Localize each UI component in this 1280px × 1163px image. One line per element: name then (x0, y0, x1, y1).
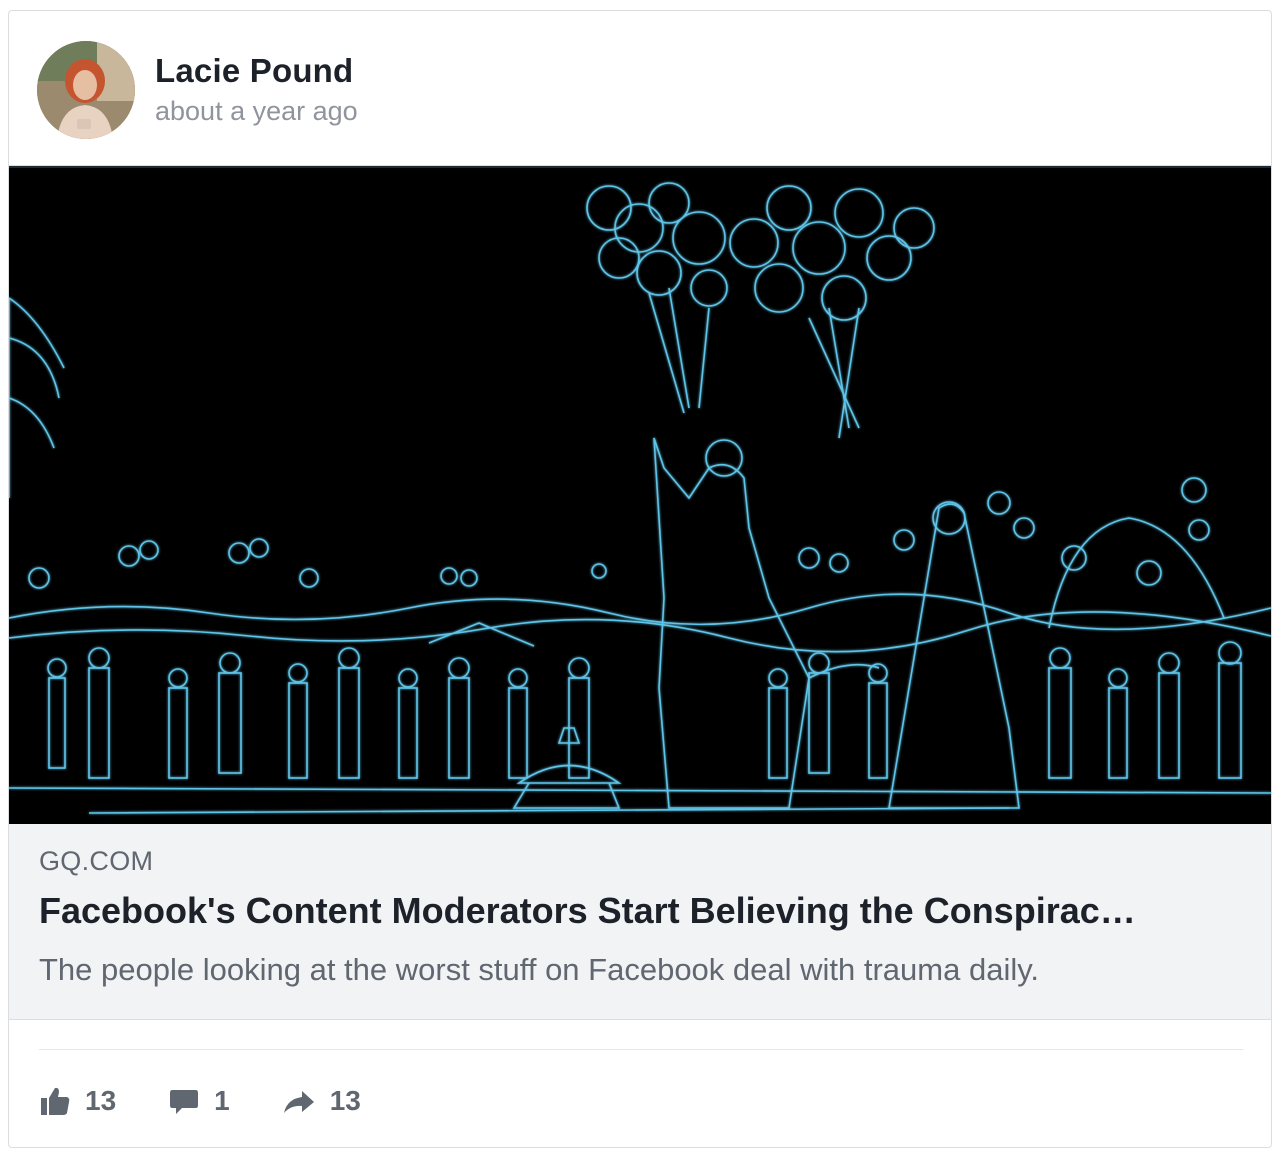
post-card: Lacie Pound about a year ago GQ.COM Face… (8, 10, 1272, 1148)
comment-icon (170, 1090, 199, 1114)
author-avatar[interactable] (37, 41, 135, 139)
thumbs-up-icon (41, 1087, 70, 1115)
share-count: 13 (329, 1085, 361, 1116)
link-image[interactable] (9, 166, 1271, 824)
link-title[interactable]: Facebook's Content Moderators Start Beli… (39, 890, 1239, 932)
like-count: 13 (85, 1085, 117, 1116)
link-preview[interactable]: GQ.COM Facebook's Content Moderators Sta… (9, 165, 1271, 1020)
comment-count: 1 (214, 1085, 230, 1116)
wedding-balloons-photo-icon (9, 168, 1271, 824)
avatar-photo-icon (37, 41, 135, 139)
share-action[interactable]: 13 (282, 1085, 361, 1117)
post-actions: 13 1 13 (39, 1079, 413, 1123)
link-description: The people looking at the worst stuff on… (39, 952, 1040, 987)
comment-action[interactable]: 1 (168, 1085, 230, 1117)
post-header: Lacie Pound about a year ago (9, 11, 1271, 165)
share-arrow-icon (283, 1091, 314, 1113)
like-action[interactable]: 13 (39, 1085, 116, 1117)
author-name[interactable]: Lacie Pound (155, 52, 353, 90)
post-timestamp[interactable]: about a year ago (155, 96, 358, 127)
actions-divider (39, 1049, 1243, 1050)
link-domain: GQ.COM (39, 846, 154, 876)
